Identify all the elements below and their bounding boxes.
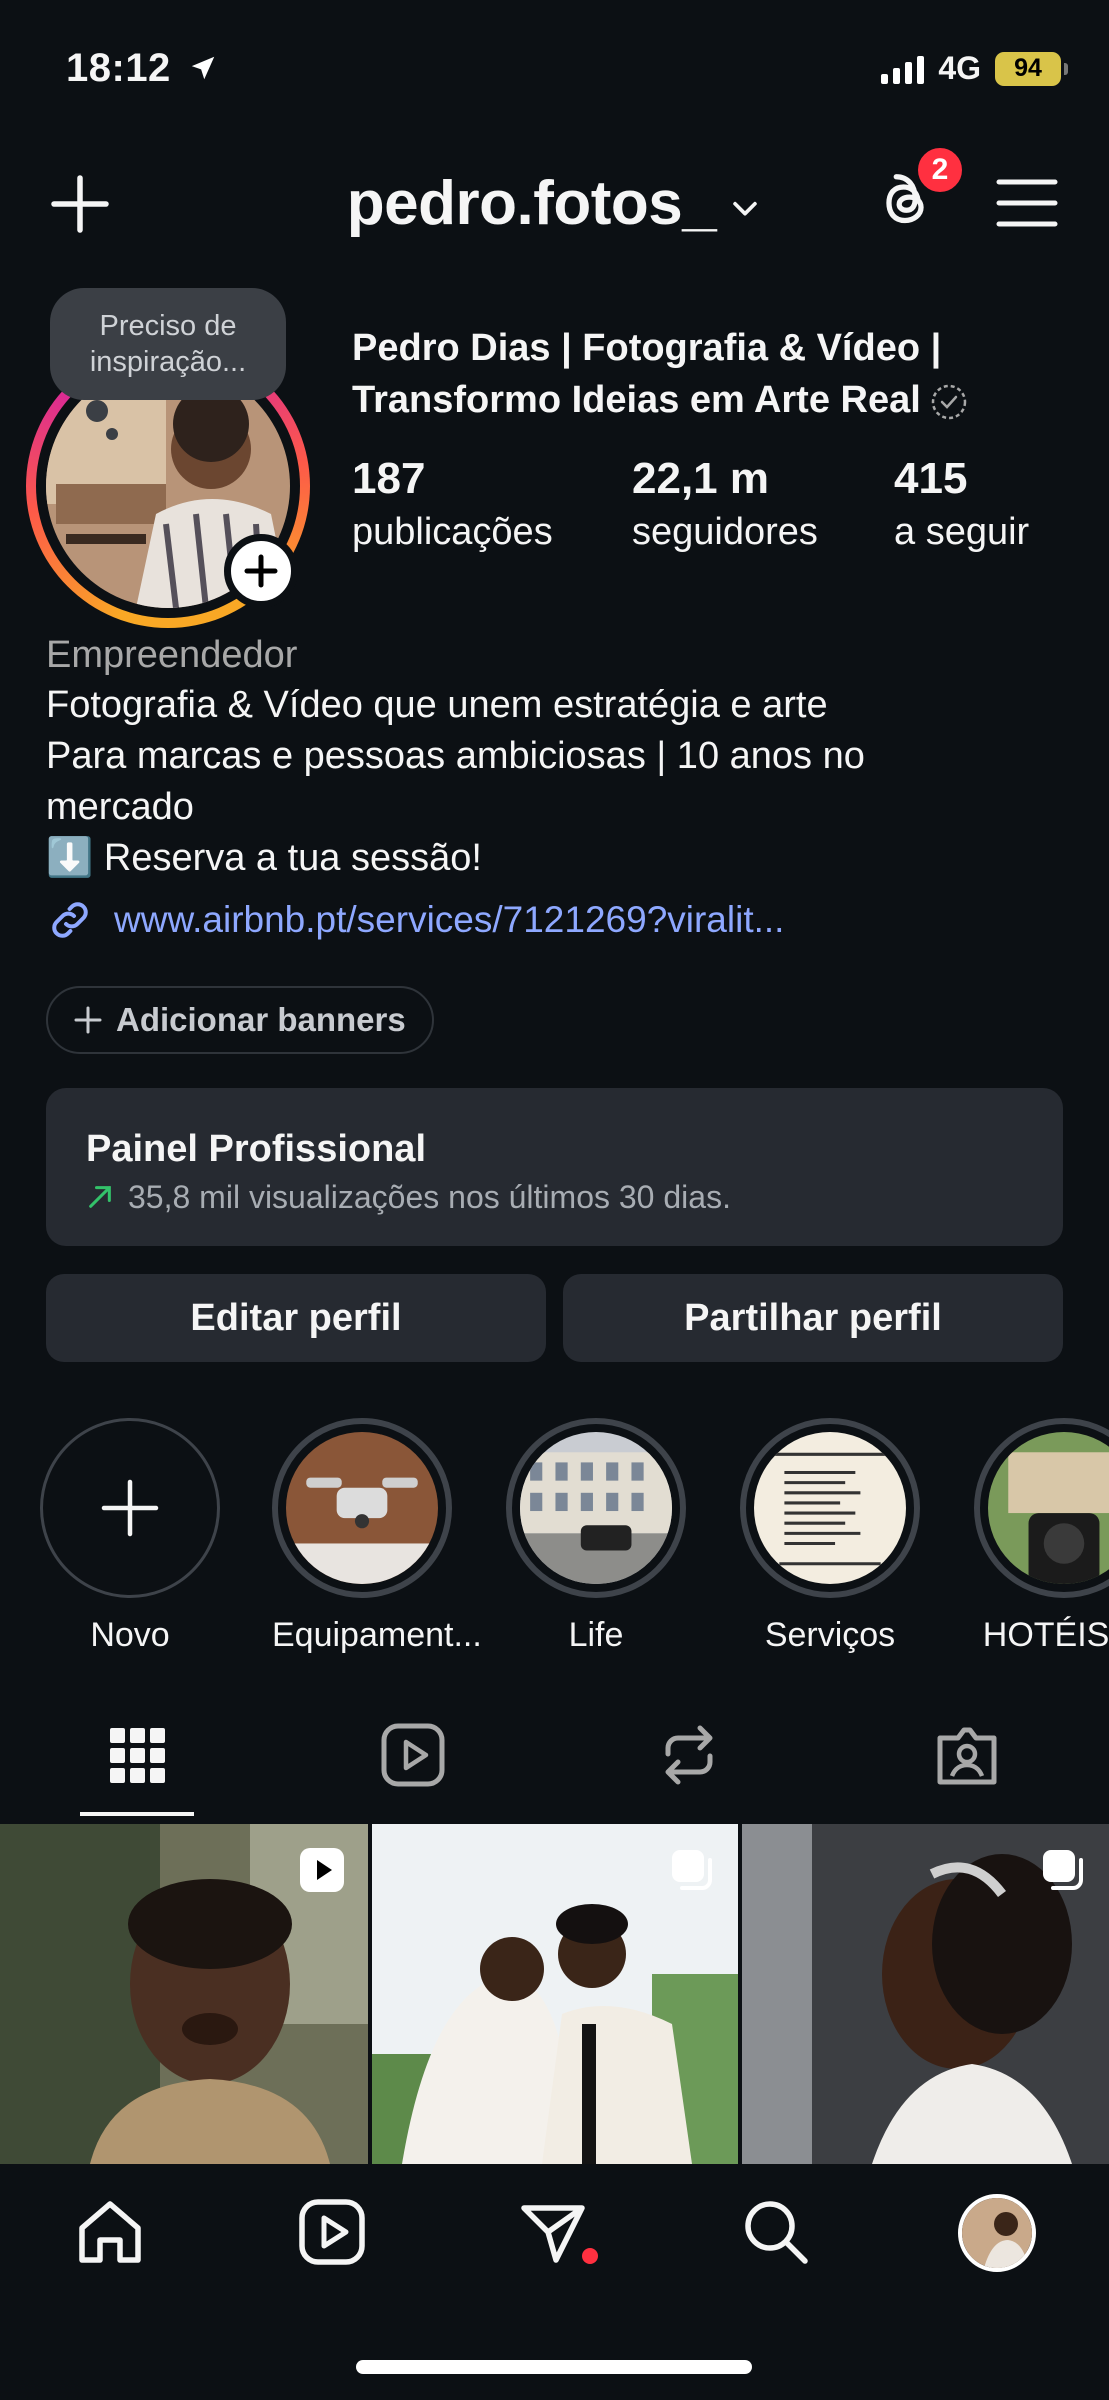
highlight-equipamentos[interactable]: Equipament...: [272, 1418, 482, 1655]
battery-icon: 94: [995, 51, 1068, 86]
panel-title: Painel Profissional: [86, 1128, 426, 1170]
highlight-street-image: [520, 1432, 672, 1584]
note-bubble-dot: [86, 400, 108, 422]
highlight-life[interactable]: Life: [506, 1418, 686, 1655]
followers-count: 22,1 m: [632, 454, 769, 503]
posts-label: publicações: [352, 511, 553, 553]
stat-followers[interactable]: 22,1 m seguidores: [632, 450, 818, 556]
status-indicators: 4G 94: [881, 50, 1068, 87]
chevron-down-icon: [733, 201, 757, 216]
plus-icon: [244, 554, 278, 588]
reel-icon: [300, 1848, 344, 1892]
username-title: pedro.fotos_: [346, 169, 717, 238]
carousel-icon: [1043, 1850, 1083, 1890]
profile-category: Empreendedor: [46, 634, 298, 676]
add-banners-button[interactable]: Adicionar banners: [46, 986, 434, 1054]
highlight-label: Life: [568, 1616, 624, 1654]
grid-post[interactable]: [0, 1824, 368, 2164]
location-arrow-icon: [192, 56, 215, 80]
signal-icon: [881, 54, 925, 84]
search-icon[interactable]: [740, 2196, 812, 2268]
profile-nav-avatar[interactable]: [958, 2194, 1036, 2272]
threads-badge: 2: [914, 144, 966, 196]
following-label: a seguir: [894, 511, 1030, 553]
highlight-servicos[interactable]: Serviços: [740, 1418, 920, 1655]
plus-icon: [74, 1006, 102, 1034]
posts-count: 187: [352, 454, 426, 503]
tagged-icon[interactable]: [932, 1720, 1002, 1790]
time-text: 18:12: [66, 46, 171, 90]
highlight-ring: [974, 1418, 1109, 1598]
stat-posts[interactable]: 187 publicações: [352, 450, 553, 556]
reels-icon[interactable]: [378, 1720, 448, 1790]
active-tab-indicator: [80, 1812, 194, 1816]
add-banners-label: Adicionar banners: [116, 1001, 406, 1038]
highlight-services-image: [754, 1432, 906, 1584]
highlight-ring: [740, 1418, 920, 1598]
profile-bio: Fotografia & Vídeo que unem estratégia e…: [46, 684, 865, 879]
messages-notification-dot: [582, 2248, 598, 2264]
profile-link[interactable]: www.airbnb.pt/services/7121269?viralit..…: [46, 896, 784, 944]
reposts-icon[interactable]: [654, 1720, 724, 1790]
verified-badge-icon[interactable]: [929, 382, 969, 422]
highlight-ring: [272, 1418, 452, 1598]
highlight-ring: [506, 1418, 686, 1598]
panel-subtitle: 35,8 mil visualizações nos últimos 30 di…: [128, 1179, 731, 1215]
panel-subtitle-row: 35,8 mil visualizações nos últimos 30 di…: [86, 1176, 1023, 1218]
highlight-hotel-image: [988, 1432, 1109, 1584]
plus-icon: [101, 1479, 159, 1537]
messages-send-icon[interactable]: [516, 2196, 588, 2268]
highlight-new[interactable]: Novo: [40, 1418, 220, 1655]
highlight-label: Novo: [90, 1616, 170, 1654]
highlight-drone-image: [286, 1432, 438, 1584]
home-indicator: [356, 2360, 752, 2374]
home-icon[interactable]: [74, 2196, 146, 2268]
trend-up-arrow-icon: [89, 1186, 111, 1208]
highlight-hoteis[interactable]: HOTÉIS G: [974, 1418, 1109, 1655]
add-story-button[interactable]: [224, 534, 298, 608]
professional-dashboard[interactable]: Painel Profissional 35,8 mil visualizaçõ…: [46, 1088, 1063, 1246]
profile-name: Pedro Dias | Fotografia & Vídeo | Transf…: [352, 322, 1052, 426]
highlight-label: Equipament...: [272, 1616, 482, 1654]
grid-post[interactable]: [372, 1824, 738, 2164]
name-line-2: Transformo Ideias em Arte Real: [352, 379, 921, 421]
carousel-icon: [672, 1850, 712, 1890]
name-line-1: Pedro Dias | Fotografia & Vídeo |: [352, 327, 942, 369]
battery-level: 94: [1014, 54, 1042, 82]
nav-avatar-photo: [962, 2198, 1032, 2268]
profile-note[interactable]: Preciso de inspiração...: [50, 288, 286, 400]
network-type: 4G: [938, 50, 981, 86]
share-profile-button[interactable]: Partilhar perfil: [563, 1274, 1063, 1362]
reels-nav-icon[interactable]: [296, 2196, 368, 2268]
edit-profile-button[interactable]: Editar perfil: [46, 1274, 546, 1362]
link-icon: [52, 902, 88, 938]
grid-post[interactable]: [742, 1824, 1109, 2164]
note-bubble-dot-small: [106, 428, 118, 440]
posts-grid-icon[interactable]: [102, 1720, 172, 1790]
followers-label: seguidores: [632, 511, 818, 553]
status-time: 18:12: [66, 46, 218, 91]
note-text: Preciso de inspiração...: [89, 310, 247, 378]
highlight-label: Serviços: [764, 1616, 896, 1654]
menu-hamburger-icon[interactable]: [996, 178, 1058, 228]
link-text: www.airbnb.pt/services/7121269?viralit..…: [114, 899, 785, 940]
stat-following[interactable]: 415 a seguir: [894, 450, 1029, 556]
highlight-label: HOTÉIS G: [982, 1616, 1109, 1654]
new-highlight-circle: [40, 1418, 220, 1598]
following-count: 415: [894, 454, 968, 503]
